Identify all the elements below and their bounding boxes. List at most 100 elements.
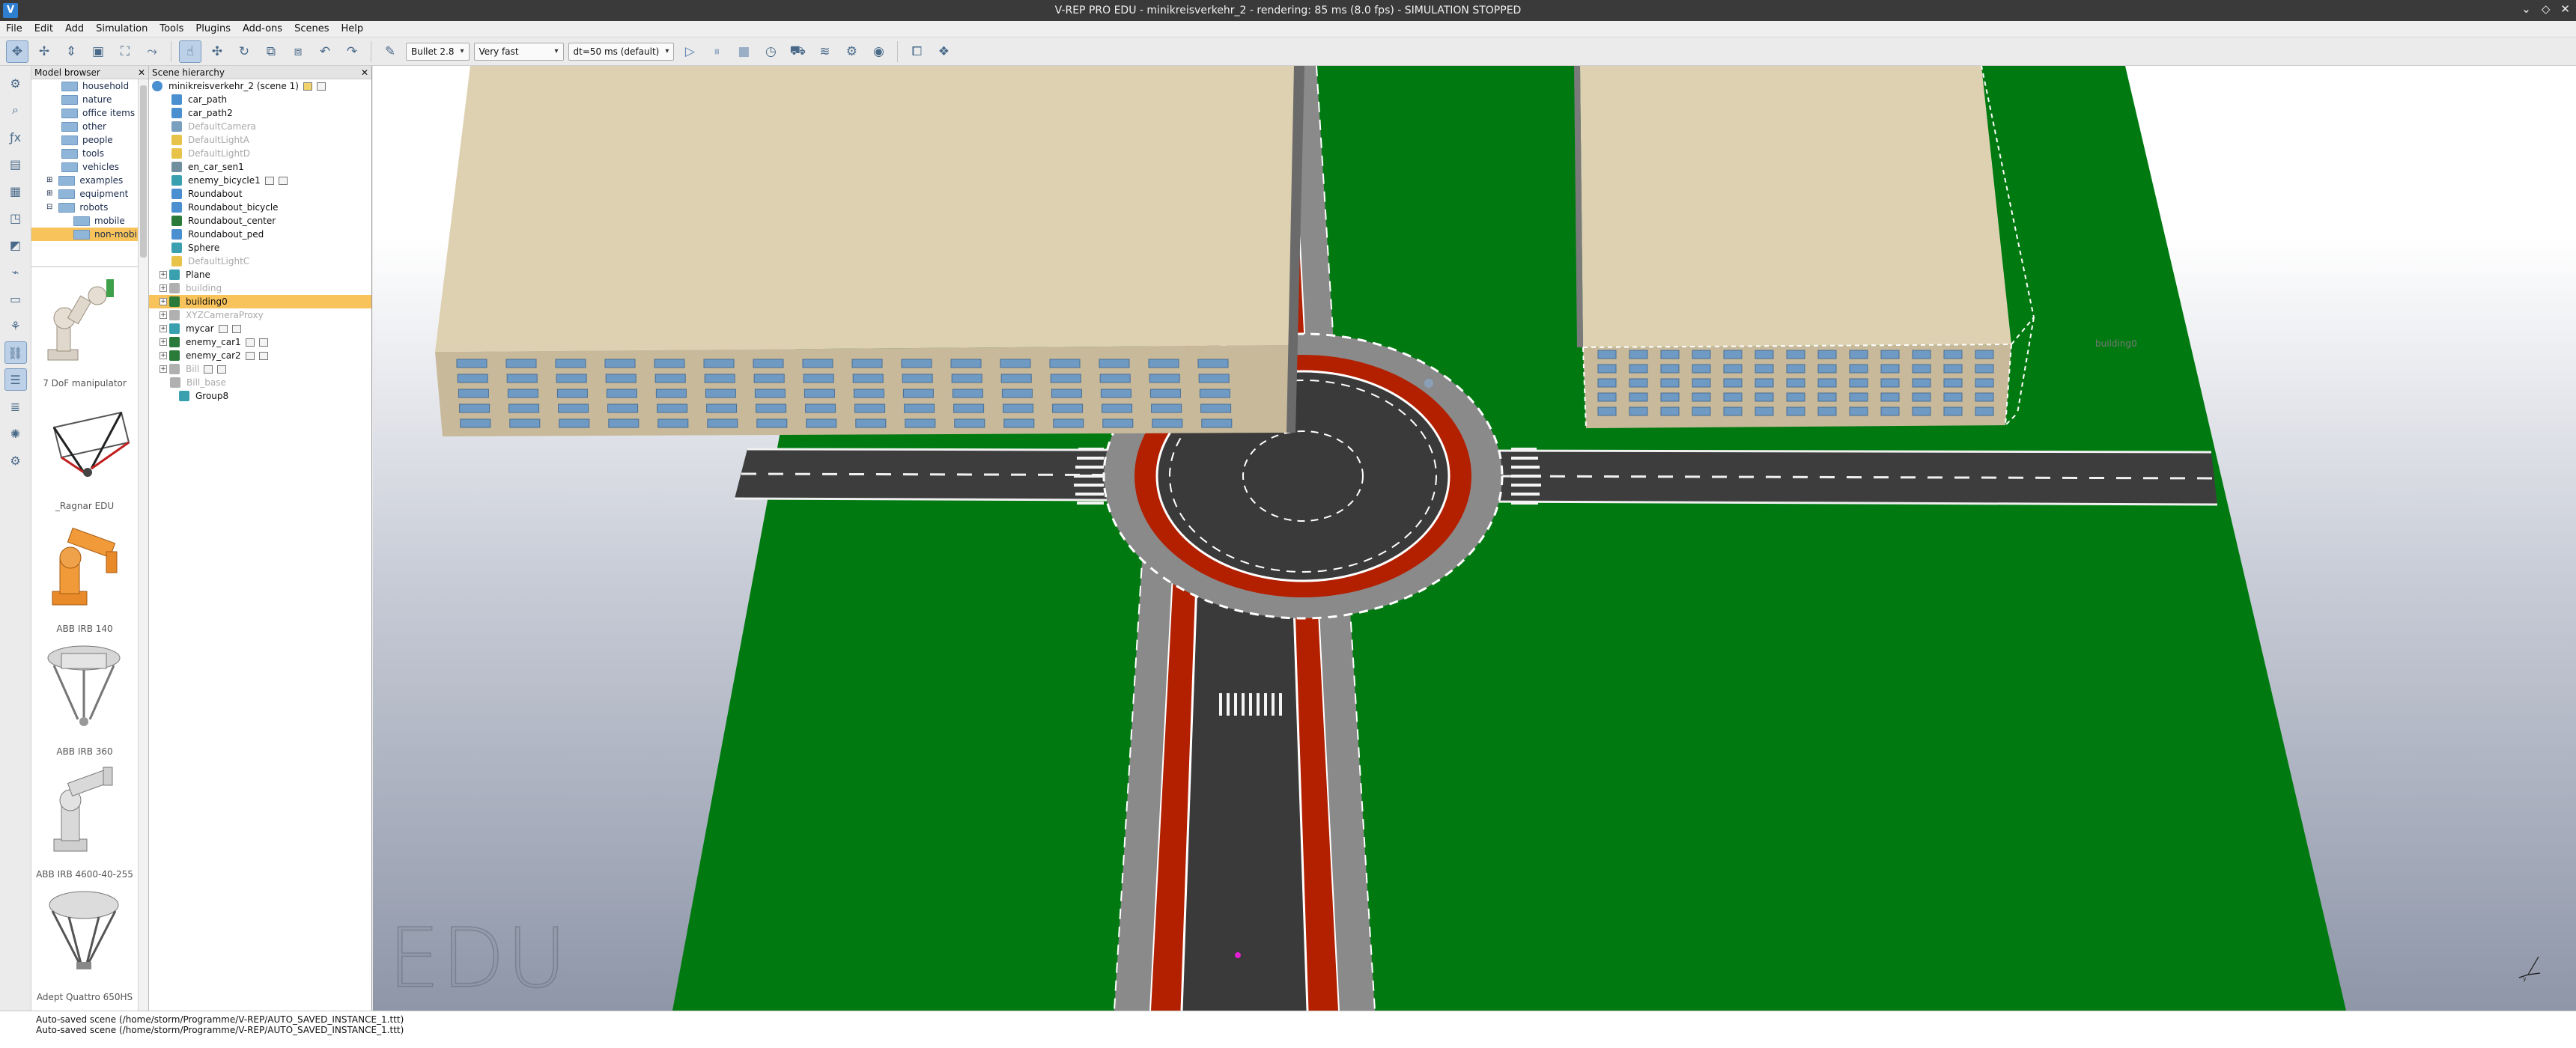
menu-addons[interactable]: Add-ons [237, 23, 288, 34]
object-shift-icon[interactable]: ✣ [206, 40, 228, 63]
menu-edit[interactable]: Edit [28, 23, 59, 34]
scene-object-enemy-car2[interactable]: + enemy_car2 [149, 349, 371, 362]
model-thumb-abb-irb4600[interactable]: ABB IRB 4600-40-255 [31, 758, 138, 881]
scene-object-enemy-bicycle1[interactable]: enemy_bicycle1 [149, 174, 371, 187]
model-browser-scrollbar[interactable] [138, 79, 148, 1011]
graph-icon[interactable]: ⌁ [4, 261, 27, 283]
script-icon[interactable] [218, 324, 228, 333]
customization-script-icon[interactable] [258, 351, 268, 360]
scene-object-roundabout[interactable]: Roundabout [149, 187, 371, 201]
menu-plugins[interactable]: Plugins [189, 23, 237, 34]
folder-non-mobile[interactable]: non-mobile [31, 228, 148, 241]
folder-examples[interactable]: ⊞ examples [31, 174, 148, 187]
expand-icon[interactable]: + [160, 338, 167, 346]
scene-object-defaultlightc[interactable]: DefaultLightC [149, 255, 371, 268]
menu-simulation[interactable]: Simulation [90, 23, 154, 34]
expand-icon[interactable]: + [160, 284, 167, 292]
physics-engine-select[interactable]: Bullet 2.8 ▾ [406, 42, 470, 61]
folder-household[interactable]: household [31, 79, 148, 93]
folder-robots[interactable]: ⊟ robots [31, 201, 148, 214]
calculation-modules-icon[interactable]: ⌕ [4, 99, 27, 121]
model-thumb-ragnar[interactable]: _Ragnar EDU [31, 390, 138, 513]
camera-rotate-icon[interactable]: ✢ [33, 40, 55, 63]
scene-object-building0[interactable]: + building0 [149, 295, 371, 308]
fit-to-view-icon[interactable]: ⛶ [114, 40, 136, 63]
customization-script-icon[interactable] [258, 338, 268, 347]
folder-tools[interactable]: tools [31, 147, 148, 160]
scene-object-building[interactable]: + building [149, 281, 371, 295]
scene-object-en-car-sen1[interactable]: en_car_sen1 [149, 160, 371, 174]
close-icon[interactable]: ✕ [361, 66, 368, 79]
scene-object-sphere[interactable]: Sphere [149, 241, 371, 255]
stop-simulation-icon[interactable]: ■ [732, 40, 755, 63]
customization-script-icon[interactable] [231, 324, 241, 333]
scene-object-roundabout-center[interactable]: Roundabout_center [149, 214, 371, 228]
scene-object-enemy-car1[interactable]: + enemy_car1 [149, 335, 371, 349]
folder-office-items[interactable]: office items [31, 106, 148, 120]
camera-angle-icon[interactable]: ▣ [87, 40, 109, 63]
close-icon[interactable]: ✕ [138, 66, 145, 79]
script-icon[interactable] [245, 338, 255, 347]
customization-script-icon[interactable] [278, 176, 288, 185]
menu-add[interactable]: Add [59, 23, 90, 34]
threaded-rendering-icon[interactable]: ≋ [813, 40, 836, 63]
layers-icon[interactable]: ⚘ [4, 314, 27, 337]
script-icon[interactable] [245, 351, 255, 360]
timestep-select[interactable]: dt=50 ms (default) ▾ [568, 42, 675, 61]
menu-scenes[interactable]: Scenes [288, 23, 335, 34]
expand-icon[interactable]: + [160, 298, 167, 305]
assemble-icon[interactable]: ⧉ [260, 40, 282, 63]
camera-pan-icon[interactable]: ✥ [6, 40, 28, 63]
scene-object-defaultlightd[interactable]: DefaultLightD [149, 147, 371, 160]
scene-object-roundabout-ped[interactable]: Roundabout_ped [149, 228, 371, 241]
model-thumb-7dof[interactable]: 7 DoF manipulator [31, 267, 138, 390]
3d-viewport[interactable]: building0 EDU y [373, 66, 2576, 1011]
scripts-icon[interactable]: ▤ [4, 153, 27, 175]
model-browser-toggle-icon[interactable]: ⛓ [4, 341, 27, 364]
folder-mobile[interactable]: mobile [31, 214, 148, 228]
scene-object-roundabout-bicycle[interactable]: Roundabout_bicycle [149, 201, 371, 214]
scene-hierarchy-toggle-icon[interactable]: ☰ [4, 368, 27, 391]
redo-icon[interactable]: ↷ [341, 40, 363, 63]
scene-object-plane[interactable]: + Plane [149, 268, 371, 281]
path-edit-icon[interactable]: ◳ [4, 207, 27, 229]
vehicle-icon[interactable]: ⛟ [786, 40, 809, 63]
expand-icon[interactable]: + [160, 325, 167, 332]
camera-shift-icon[interactable]: ⇕ [60, 40, 82, 63]
folder-other[interactable]: other [31, 120, 148, 133]
visualization-toggle-icon[interactable]: ⚙ [840, 40, 863, 63]
pause-simulation-icon[interactable]: ⏸ [705, 40, 728, 63]
color-palette-icon[interactable]: ✺ [4, 422, 27, 445]
collection-icon[interactable]: ƒx [4, 126, 27, 148]
scene-object-bill[interactable]: + Bill [149, 362, 371, 376]
eye-icon[interactable]: ◉ [867, 40, 890, 63]
folder-equipment[interactable]: ⊞ equipment [31, 187, 148, 201]
scene-switch-icon[interactable]: ⧠ [905, 40, 928, 63]
undo-icon[interactable]: ↶ [314, 40, 336, 63]
model-thumb-abb-irb360[interactable]: ABB IRB 360 [31, 636, 138, 758]
expand-icon[interactable]: + [160, 365, 167, 373]
settings-gear-icon[interactable]: ⚙ [4, 449, 27, 472]
simulation-settings-icon[interactable]: ⚙ [4, 72, 27, 94]
scene-object-car-path2[interactable]: car_path2 [149, 106, 371, 120]
customization-script-icon[interactable] [217, 365, 227, 374]
expand-icon[interactable]: + [160, 271, 167, 278]
scene-object-defaultcamera[interactable]: DefaultCamera [149, 120, 371, 133]
realtime-icon[interactable]: ◷ [759, 40, 782, 63]
click-selection-icon[interactable]: ☝ [179, 40, 201, 63]
close-icon[interactable]: ✕ [2560, 2, 2570, 16]
layers-stack-icon[interactable]: ≣ [4, 395, 27, 418]
folder-vehicles[interactable]: vehicles [31, 160, 148, 174]
page-selector-icon[interactable]: ❖ [932, 40, 955, 63]
selection-icon[interactable]: ◩ [4, 234, 27, 256]
model-thumb-abb-irb140[interactable]: ABB IRB 140 [31, 513, 138, 636]
expand-icon[interactable]: + [160, 311, 167, 319]
start-simulation-icon[interactable]: ▷ [678, 40, 701, 63]
transfer-dna-icon[interactable]: ⧈ [287, 40, 309, 63]
menu-tools[interactable]: Tools [154, 23, 189, 34]
scene-object-mycar[interactable]: + mycar [149, 322, 371, 335]
menu-file[interactable]: File [0, 23, 28, 34]
customization-script-icon[interactable] [316, 82, 326, 91]
menu-help[interactable]: Help [335, 23, 369, 34]
object-rotate-icon[interactable]: ↻ [233, 40, 255, 63]
